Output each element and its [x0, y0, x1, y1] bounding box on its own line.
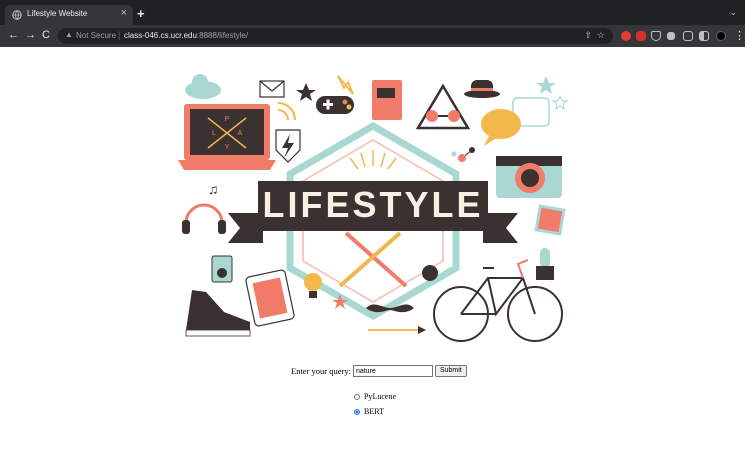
- query-input[interactable]: [352, 365, 433, 377]
- url-divider: |: [118, 30, 121, 40]
- light-bulb-icon: [304, 273, 322, 298]
- music-player-icon: [211, 255, 233, 283]
- query-label: Enter your query:: [291, 366, 351, 376]
- apple-icon: [422, 265, 438, 281]
- radio-pylucene[interactable]: [354, 393, 360, 400]
- arrow-icon: [368, 326, 426, 334]
- lightning-bolt-icon: [337, 75, 354, 95]
- option-bert[interactable]: BERT: [354, 407, 384, 416]
- speech-bubbles-icon: [481, 97, 550, 146]
- headphones-icon: [182, 203, 226, 234]
- option-pylucene[interactable]: PyLucene: [354, 392, 396, 401]
- globe-icon: [12, 10, 22, 20]
- teal-star-icon: [536, 76, 556, 94]
- book-icon: [372, 80, 402, 120]
- puzzle-icon[interactable]: [667, 32, 675, 40]
- omnibox-actions: ⇧ ☆: [584, 30, 605, 41]
- tab-search-icon[interactable]: ⌄: [729, 7, 737, 18]
- picture-frame-icon: [534, 204, 566, 236]
- laptop-icon: P L A Y: [178, 104, 276, 170]
- tablet-icon: [245, 269, 295, 327]
- sunglasses-triangle-icon: [415, 83, 471, 130]
- reload-icon[interactable]: C: [42, 29, 50, 41]
- radio-bert[interactable]: [354, 408, 360, 415]
- url-host: class-046.cs.ucr.edu: [124, 31, 197, 40]
- molecule-icon: [451, 147, 475, 162]
- search-form: Enter your query: Submit: [291, 364, 467, 378]
- game-controller-icon: [316, 96, 354, 114]
- outline-star-icon: [551, 94, 568, 111]
- sun-rays: [349, 150, 397, 170]
- banner-title: LIFESTYLE: [262, 184, 483, 225]
- ribbon-left-tail: [228, 213, 263, 243]
- sneaker-icon: [185, 290, 251, 337]
- new-tab-icon[interactable]: +: [137, 6, 145, 21]
- security-status[interactable]: Not Secure: [76, 31, 116, 40]
- ribbon-right-tail: [483, 213, 518, 243]
- option-label-bert: BERT: [364, 407, 384, 416]
- back-icon[interactable]: ←: [8, 29, 19, 41]
- bookmark-star-icon[interactable]: ☆: [597, 30, 605, 40]
- profile-avatar[interactable]: [716, 31, 726, 41]
- url-text[interactable]: class-046.cs.ucr.edu:8888/lifestyle/: [124, 31, 248, 40]
- close-tab-icon[interactable]: ×: [121, 7, 127, 19]
- url-path: :8888/lifestyle/: [196, 31, 249, 40]
- warning-icon: ▲: [65, 30, 73, 39]
- browser-tab[interactable]: Lifestyle Website ×: [5, 5, 133, 25]
- more-menu-icon[interactable]: ⋮: [734, 29, 745, 42]
- camera-icon: [496, 156, 562, 198]
- tab-title: Lifestyle Website: [27, 9, 88, 18]
- share-icon[interactable]: ⇧: [584, 30, 592, 40]
- address-bar[interactable]: ▲ Not Secure | class-046.cs.ucr.edu:8888…: [58, 28, 613, 44]
- adblock-icon[interactable]: [636, 31, 646, 41]
- submit-button[interactable]: Submit: [434, 365, 467, 377]
- cloud-icon: [185, 74, 221, 99]
- envelope-icon: [259, 80, 285, 98]
- browser-toolbar: ← → C ▲ Not Secure | class-046.cs.ucr.ed…: [0, 25, 745, 47]
- cactus-icon: [536, 248, 554, 280]
- wifi-icon: [277, 102, 296, 121]
- shield-extension-icon[interactable]: [651, 31, 661, 41]
- laptop-letter-y: Y: [225, 144, 230, 151]
- laptop-letter-a: A: [238, 130, 243, 137]
- lightning-shield-icon: [275, 129, 301, 163]
- laptop-letter-p: P: [225, 116, 230, 123]
- forward-icon[interactable]: →: [25, 29, 36, 41]
- lifestyle-hero-illustration: LIFESTYLE P L A Y ♫: [178, 74, 568, 342]
- hat-icon: [464, 80, 500, 98]
- star-icon: [296, 83, 316, 101]
- music-note-icon: ♫: [208, 181, 219, 197]
- tab-manager-icon[interactable]: [683, 31, 693, 41]
- laptop-letter-l: L: [212, 130, 216, 137]
- side-panel-icon[interactable]: [699, 31, 709, 41]
- extension-red-icon[interactable]: [621, 31, 631, 41]
- option-label-pylucene: PyLucene: [364, 392, 396, 401]
- tab-strip: Lifestyle Website × + ⌄: [0, 0, 745, 25]
